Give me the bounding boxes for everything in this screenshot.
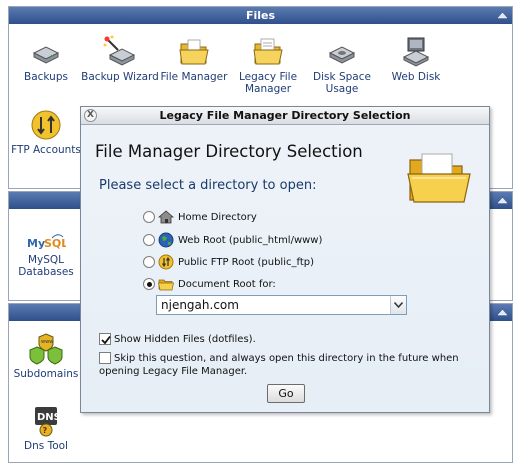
show-hidden-files-row[interactable]: Show Hidden Files (dotfiles). [99, 333, 256, 345]
skip-question-label: Skip this question, and always open this… [99, 353, 459, 377]
dialog-heading: File Manager Directory Selection [95, 142, 363, 161]
legacy-file-manager-icon [251, 35, 285, 69]
go-button[interactable]: Go [267, 384, 305, 403]
public-ftp-root-label: Public FTP Root (public_ftp) [178, 256, 315, 268]
dialog-prompt: Please select a directory to open: [99, 178, 317, 193]
option-document-root[interactable]: Document Root for: [143, 276, 276, 292]
backup-wizard-app[interactable]: Backup Wizard [80, 35, 160, 83]
home-directory-radio[interactable] [143, 211, 155, 223]
mysql-icon: My SQL [27, 232, 68, 252]
ftp-accounts-label: FTP Accounts [11, 144, 81, 156]
option-home-directory[interactable]: Home Directory [143, 209, 257, 225]
mysql-databases-app[interactable]: My SQL MySQL Databases [6, 232, 86, 278]
file-manager-icon [177, 35, 211, 69]
disk-space-usage-app[interactable]: Disk Space Usage [302, 35, 382, 95]
home-icon [158, 209, 174, 225]
file-manager-label: File Manager [160, 71, 228, 83]
svg-text:?: ? [43, 426, 48, 435]
legacy-file-manager-app[interactable]: Legacy File Manager [228, 35, 308, 95]
collapse-icon[interactable] [497, 10, 508, 21]
document-root-select[interactable]: njengah.com [156, 295, 407, 315]
globe-icon [158, 232, 174, 248]
ftp-accounts-app[interactable]: FTP Accounts [6, 108, 86, 156]
mysql-databases-label: MySQL Databases [18, 254, 74, 278]
folder-icon [406, 148, 472, 206]
directory-selection-dialog: X Legacy File Manager Directory Selectio… [80, 106, 490, 413]
backup-wizard-icon [103, 35, 137, 69]
svg-text:SQL: SQL [44, 237, 66, 250]
public-ftp-root-radio[interactable] [143, 256, 155, 268]
disk-space-usage-label: Disk Space Usage [313, 71, 371, 95]
subdomains-icon: www [29, 332, 63, 366]
show-hidden-files-label: Show Hidden Files (dotfiles). [114, 333, 256, 345]
web-disk-icon [399, 35, 433, 69]
svg-text:My: My [27, 237, 45, 250]
document-root-select-value: njengah.com [161, 298, 239, 312]
document-root-label: Document Root for: [178, 278, 276, 290]
subdomains-label: Subdomains [13, 368, 79, 380]
close-icon[interactable]: X [84, 109, 97, 122]
option-web-root[interactable]: Web Root (public_html/www) [143, 232, 322, 248]
dns-tool-icon: DNS? [29, 404, 63, 438]
web-disk-label: Web Disk [391, 71, 441, 83]
document-root-radio[interactable] [143, 278, 155, 290]
backup-wizard-label: Backup Wizard [81, 71, 159, 83]
show-hidden-files-checkbox[interactable] [99, 333, 111, 345]
dns-tool-label: Dns Tool [24, 440, 68, 452]
home-directory-label: Home Directory [178, 211, 257, 223]
backups-icon [29, 35, 63, 69]
collapse-icon[interactable] [497, 195, 508, 206]
backups-app[interactable]: Backups [6, 35, 86, 83]
folder-icon [158, 276, 174, 292]
subdomains-app[interactable]: www Subdomains [6, 332, 86, 380]
web-root-radio[interactable] [143, 234, 155, 246]
ftp-accounts-icon [29, 108, 63, 142]
skip-question-checkbox[interactable] [99, 352, 111, 364]
legacy-file-manager-label: Legacy File Manager [238, 71, 298, 95]
dns-tool-app[interactable]: DNS? Dns Tool [6, 404, 86, 452]
ftp-icon [158, 254, 174, 270]
files-panel-header[interactable]: Files [9, 7, 512, 24]
files-panel-title: Files [245, 9, 276, 22]
svg-text:www: www [41, 339, 53, 345]
web-root-label: Web Root (public_html/www) [178, 234, 323, 246]
web-disk-app[interactable]: Web Disk [376, 35, 456, 83]
option-public-ftp-root[interactable]: Public FTP Root (public_ftp) [143, 254, 314, 270]
skip-question-row[interactable]: Skip this question, and always open this… [99, 352, 484, 378]
dialog-title: Legacy File Manager Directory Selection [159, 109, 411, 122]
chevron-down-icon[interactable] [390, 296, 406, 314]
collapse-icon[interactable] [497, 307, 508, 318]
svg-text:DNS: DNS [37, 412, 61, 423]
dialog-titlebar[interactable]: X Legacy File Manager Directory Selectio… [81, 107, 489, 125]
file-manager-app[interactable]: File Manager [154, 35, 234, 83]
backups-label: Backups [24, 71, 68, 83]
disk-space-usage-icon [325, 35, 359, 69]
